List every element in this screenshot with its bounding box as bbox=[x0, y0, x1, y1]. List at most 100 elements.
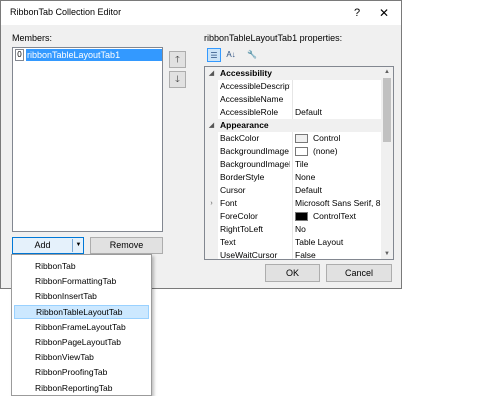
help-button[interactable]: ? bbox=[346, 4, 368, 22]
title-bar: RibbonTab Collection Editor ? ✕ bbox=[1, 1, 401, 25]
property-row[interactable]: UseWaitCursor False bbox=[205, 249, 381, 260]
column-divider bbox=[292, 236, 293, 249]
property-value-text: (none) bbox=[313, 146, 338, 156]
members-list[interactable]: 0 ribbonTableLayoutTab1 bbox=[12, 47, 163, 232]
property-value-text: ControlText bbox=[313, 211, 356, 221]
property-value-text: Control bbox=[313, 133, 341, 143]
row-margin bbox=[205, 106, 218, 119]
property-value-text: Tile bbox=[295, 159, 309, 169]
property-value[interactable] bbox=[295, 93, 381, 106]
property-value[interactable]: (none) bbox=[295, 145, 381, 158]
row-margin bbox=[205, 249, 218, 259]
column-divider bbox=[292, 106, 293, 119]
row-margin bbox=[205, 145, 218, 158]
list-item[interactable]: 0 ribbonTableLayoutTab1 bbox=[14, 49, 162, 61]
category-name: Appearance bbox=[220, 120, 269, 130]
dropdown-arrow-icon[interactable]: ▼ bbox=[74, 238, 83, 253]
property-row[interactable]: BorderStyle None bbox=[205, 171, 381, 184]
column-divider bbox=[292, 93, 293, 106]
menu-item[interactable]: RibbonTableLayoutTab bbox=[14, 304, 149, 319]
property-row[interactable]: BackgroundImageL Tile bbox=[205, 158, 381, 171]
property-name: AccessibleDescript bbox=[220, 81, 290, 91]
categorized-view-icon[interactable]: ☰ bbox=[207, 48, 221, 62]
move-up-button[interactable]: 🡑 bbox=[169, 51, 186, 68]
menu-item[interactable]: RibbonProofingTab bbox=[14, 365, 149, 379]
property-name: BackgroundImageL bbox=[220, 159, 290, 169]
cancel-button[interactable]: Cancel bbox=[326, 264, 392, 282]
property-value[interactable]: None bbox=[295, 171, 381, 184]
row-margin bbox=[205, 210, 218, 223]
window-title: RibbonTab Collection Editor bbox=[10, 7, 122, 17]
property-name: UseWaitCursor bbox=[220, 250, 278, 260]
menu-item[interactable]: RibbonViewTab bbox=[14, 350, 149, 364]
ok-button[interactable]: OK bbox=[265, 264, 320, 282]
arrow-down-icon: 🡓 bbox=[175, 74, 180, 84]
column-divider bbox=[292, 197, 293, 210]
add-button[interactable]: Add bbox=[13, 238, 72, 253]
property-row[interactable]: AccessibleName bbox=[205, 93, 381, 106]
property-value-text: Table Layout bbox=[295, 237, 344, 247]
scroll-down-icon[interactable]: ▼ bbox=[381, 249, 393, 259]
menu-item[interactable]: RibbonFrameLayoutTab bbox=[14, 320, 149, 334]
property-value[interactable]: ControlText bbox=[295, 210, 381, 223]
collapse-icon[interactable]: ◢ bbox=[205, 67, 218, 80]
property-pages-icon[interactable]: 🔧 bbox=[245, 48, 259, 62]
menu-item[interactable]: RibbonReportingTab bbox=[14, 381, 149, 395]
property-value[interactable]: Default bbox=[295, 184, 381, 197]
menu-item[interactable]: RibbonFormattingTab bbox=[14, 274, 149, 288]
property-value[interactable]: False bbox=[295, 249, 381, 259]
alphabetical-sort-icon[interactable]: A↓ bbox=[224, 48, 238, 62]
property-value[interactable]: Control bbox=[295, 132, 381, 145]
property-value[interactable] bbox=[295, 80, 381, 93]
property-name: AccessibleRole bbox=[220, 107, 279, 117]
menu-item[interactable]: RibbonPageLayoutTab bbox=[14, 335, 149, 349]
property-value-text: Default bbox=[295, 185, 322, 195]
add-split-button[interactable]: Add ▼ bbox=[12, 237, 84, 254]
grid-scrollbar[interactable]: ▲ ▼ bbox=[381, 67, 393, 259]
collection-editor-dialog: RibbonTab Collection Editor ? ✕ Members:… bbox=[0, 0, 402, 289]
property-row[interactable]: Cursor Default bbox=[205, 184, 381, 197]
scroll-up-icon[interactable]: ▲ bbox=[381, 67, 393, 77]
menu-item[interactable]: RibbonInsertTab bbox=[14, 289, 149, 303]
color-swatch bbox=[295, 147, 308, 157]
column-divider bbox=[292, 145, 293, 158]
property-name: ForeColor bbox=[220, 211, 258, 221]
property-row[interactable]: AccessibleDescript bbox=[205, 80, 381, 93]
menu-item[interactable]: RibbonTab bbox=[14, 259, 149, 273]
column-divider bbox=[292, 80, 293, 93]
property-row[interactable]: ForeColor ControlText bbox=[205, 210, 381, 223]
move-down-button[interactable]: 🡓 bbox=[169, 71, 186, 88]
close-button[interactable]: ✕ bbox=[373, 4, 395, 22]
property-name: BackColor bbox=[220, 133, 260, 143]
property-row[interactable]: RightToLeft No bbox=[205, 223, 381, 236]
color-swatch bbox=[295, 212, 308, 222]
property-value[interactable]: Tile bbox=[295, 158, 381, 171]
column-divider bbox=[292, 132, 293, 145]
property-value[interactable]: Default bbox=[295, 106, 381, 119]
member-name[interactable]: ribbonTableLayoutTab1 bbox=[26, 49, 162, 61]
column-divider bbox=[292, 210, 293, 223]
expand-icon[interactable]: › bbox=[205, 197, 218, 210]
property-row[interactable]: Text Table Layout bbox=[205, 236, 381, 249]
property-grid[interactable]: ◢ Accessibility AccessibleDescript Accessib… bbox=[204, 66, 394, 260]
row-margin bbox=[205, 236, 218, 249]
members-label: Members: bbox=[12, 33, 53, 43]
property-row[interactable]: BackColor Control bbox=[205, 132, 381, 145]
property-category[interactable]: ◢ Appearance bbox=[205, 119, 381, 132]
property-row[interactable]: BackgroundImage (none) bbox=[205, 145, 381, 158]
row-margin bbox=[205, 184, 218, 197]
add-dropdown-menu: RibbonTab RibbonFormattingTab RibbonInsert… bbox=[11, 254, 152, 396]
split-divider bbox=[72, 239, 73, 252]
arrow-up-icon: 🡑 bbox=[175, 54, 180, 64]
property-value[interactable]: No bbox=[295, 223, 381, 236]
remove-button[interactable]: Remove bbox=[90, 237, 163, 254]
property-category[interactable]: ◢ Accessibility bbox=[205, 67, 381, 80]
property-value-text: None bbox=[295, 172, 316, 182]
collapse-icon[interactable]: ◢ bbox=[205, 119, 218, 132]
property-row[interactable]: › Font Microsoft Sans Serif, 8.2 bbox=[205, 197, 381, 210]
property-value[interactable]: Microsoft Sans Serif, 8.2 bbox=[295, 197, 381, 210]
scroll-thumb[interactable] bbox=[383, 78, 391, 142]
properties-label: ribbonTableLayoutTab1 properties: bbox=[204, 33, 343, 43]
property-row[interactable]: AccessibleRole Default bbox=[205, 106, 381, 119]
property-value[interactable]: Table Layout bbox=[295, 236, 381, 249]
